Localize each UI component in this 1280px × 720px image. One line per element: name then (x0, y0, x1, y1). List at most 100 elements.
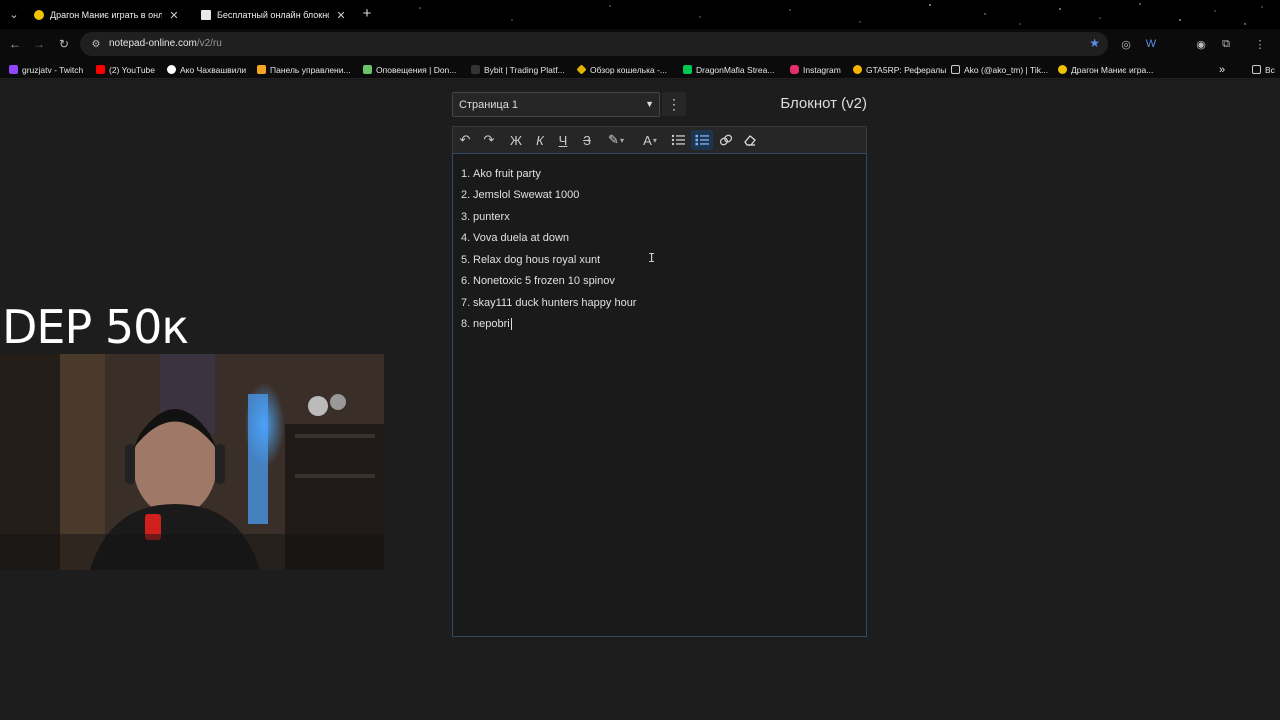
bookmark-item[interactable]: Instagram (790, 63, 841, 76)
page-select-dropdown[interactable]: Страница 1 ▼ (452, 92, 660, 117)
bookmark-item[interactable]: Обзор кошелька -... (576, 63, 667, 76)
list-item-text: skay111 duck hunters happy hour (473, 296, 637, 309)
redo-icon[interactable]: ↷ (478, 130, 500, 150)
twitch-icon (9, 65, 18, 74)
list-item-text: Nonetoxic 5 frozen 10 spinov (473, 275, 615, 288)
bullet-list-icon[interactable] (667, 130, 689, 150)
url-text: notepad-online.com/v2/ru (109, 38, 222, 49)
bookmark-label: Панель управлени... (270, 64, 351, 75)
list-number: 1. (461, 167, 471, 180)
font-color-icon: A (643, 132, 652, 148)
bookmark-item[interactable]: Bybit | Trading Platf... (471, 63, 565, 76)
address-bar[interactable]: ⚙ notepad-online.com/v2/ru ★ (80, 32, 1108, 56)
reload-icon[interactable]: ↻ (55, 35, 73, 53)
list-number: 2. (461, 189, 471, 202)
editor-textarea[interactable]: 1. Ako fruit party 2. Jemslol Swewat 1000 … (452, 153, 867, 637)
underline-button[interactable]: Ч (552, 130, 574, 150)
bookmark-label: Ako (@ako_tm) | Tik... (964, 64, 1049, 75)
bookmark-item[interactable]: GTA5RP: Рефералы (853, 63, 946, 76)
bookmark-label: Вс (1265, 64, 1275, 75)
menu-icon[interactable]: ⋮ (1252, 36, 1268, 52)
numbered-list: 1. Ako fruit party 2. Jemslol Swewat 1000 … (453, 154, 866, 335)
more-bookmarks-chevron-icon[interactable]: » (1219, 63, 1225, 76)
tab-title: Бесплатный онлайн блокнот (217, 10, 329, 20)
dragon-money-icon (1058, 65, 1067, 74)
binance-icon (576, 64, 587, 75)
new-tab-button[interactable]: + (359, 5, 375, 22)
bookmark-label: Instagram (803, 64, 841, 75)
link-icon[interactable] (715, 130, 737, 150)
tab-notepad[interactable]: Бесплатный онлайн блокнот ✕ (193, 4, 353, 26)
list-item-text: Jemslol Swewat 1000 (473, 189, 580, 202)
bookmark-item[interactable]: Ако Чахвашвили (167, 63, 246, 76)
bookmarks-bar: gruzjatv - Twitch (2) YouTube Ако Чахваш… (0, 59, 1280, 79)
extensions-puzzle-icon[interactable]: ⧉ (1218, 36, 1234, 52)
undo-icon[interactable]: ↶ (454, 130, 476, 150)
strikethrough-button[interactable]: З (576, 130, 598, 150)
bookmark-label: Драгон Маниє игра... (1071, 64, 1154, 75)
bullet-list-svg (671, 134, 685, 146)
list-number: 8. (461, 318, 471, 331)
bookmark-item[interactable]: gruzjatv - Twitch (9, 63, 83, 76)
bookmark-label: gruzjatv - Twitch (22, 64, 84, 75)
bookmark-label: (2) YouTube (109, 64, 155, 75)
eraser-icon[interactable] (739, 130, 761, 150)
list-item: 3. punterx (453, 206, 866, 228)
list-item: 5. Relax dog hous royal xunt (453, 249, 866, 271)
italic-button[interactable]: К (529, 130, 551, 150)
list-item: 7. skay111 duck hunters happy hour (453, 292, 866, 314)
bookmark-favicon-icon (167, 65, 176, 74)
site-info-icon[interactable]: ⚙ (89, 37, 103, 51)
list-item: 8. nepobri (453, 314, 866, 336)
stream-overlay-text: DEP 50к (2, 300, 189, 354)
tab-strip: ⌄ Драгон Маниє играть в онлайн ✕ Бесплат… (0, 0, 1280, 29)
bookmark-item[interactable]: Ako (@ako_tm) | Tik... (951, 63, 1048, 76)
chevron-down-icon: ▾ (652, 135, 657, 145)
tiktok-icon (951, 65, 960, 74)
bold-button[interactable]: Ж (505, 130, 527, 150)
bookmark-item[interactable]: (2) YouTube (96, 63, 155, 76)
forward-arrow-icon[interactable]: → (30, 35, 48, 53)
font-color-button[interactable]: A ▾ (635, 130, 665, 150)
tab-close-icon[interactable]: ✕ (335, 9, 347, 22)
tab-search-chevron-icon[interactable]: ⌄ (7, 6, 21, 22)
webcam-feed (0, 354, 384, 570)
extension-glasses-icon[interactable]: ◎ (1118, 36, 1134, 52)
list-number: 6. (461, 275, 471, 288)
chevron-down-icon: ▾ (619, 135, 624, 145)
numbered-list-icon[interactable] (691, 130, 713, 150)
bookmark-item[interactable]: Оповещения | Don... (363, 63, 456, 76)
list-item-text: Relax dog hous royal xunt (473, 253, 601, 266)
folder-icon (1252, 65, 1261, 74)
list-item-text: nepobri (473, 318, 510, 331)
tab-dragon-money[interactable]: Драгон Маниє играть в онлайн ✕ (26, 4, 188, 26)
list-number: 4. (461, 232, 471, 245)
list-item-text: Ako fruit party (473, 167, 541, 180)
numbered-list-svg (695, 134, 709, 146)
browser-toolbar: ← → ↻ ⚙ notepad-online.com/v2/ru ★ ◎ W ◉… (0, 29, 1280, 59)
bookmark-label: GTA5RP: Рефералы (866, 64, 947, 75)
kick-icon (683, 65, 692, 74)
all-bookmarks-button[interactable]: Вс (1252, 63, 1275, 76)
tab-favicon-icon (34, 10, 44, 20)
list-item: 2. Jemslol Swewat 1000 (453, 185, 866, 207)
extension-w-icon[interactable]: W (1143, 36, 1159, 52)
donation-alerts-icon (363, 65, 372, 74)
donation-panel-icon (257, 65, 266, 74)
bookmark-item[interactable]: Панель управлени... (257, 63, 351, 76)
bookmark-label: DragonMafia Strea... (696, 64, 775, 75)
list-number: 3. (461, 210, 471, 223)
list-item-text: punterx (473, 210, 510, 223)
bookmark-item[interactable]: Драгон Маниє игра... (1058, 63, 1153, 76)
extension-rec-icon[interactable]: ◉ (1193, 36, 1209, 52)
tab-close-icon[interactable]: ✕ (168, 9, 180, 22)
highlight-color-button[interactable]: ✎ ▾ (601, 130, 631, 150)
more-options-icon[interactable]: ⋮ (662, 92, 686, 116)
eraser-svg (744, 135, 756, 146)
bookmark-item[interactable]: DragonMafia Strea... (683, 63, 774, 76)
starfield-background (419, 3, 1263, 25)
back-arrow-icon[interactable]: ← (6, 35, 24, 53)
text-cursor (510, 318, 512, 331)
list-item-text: Vova duela at down (473, 232, 570, 245)
bookmark-star-icon[interactable]: ★ (1089, 36, 1100, 50)
